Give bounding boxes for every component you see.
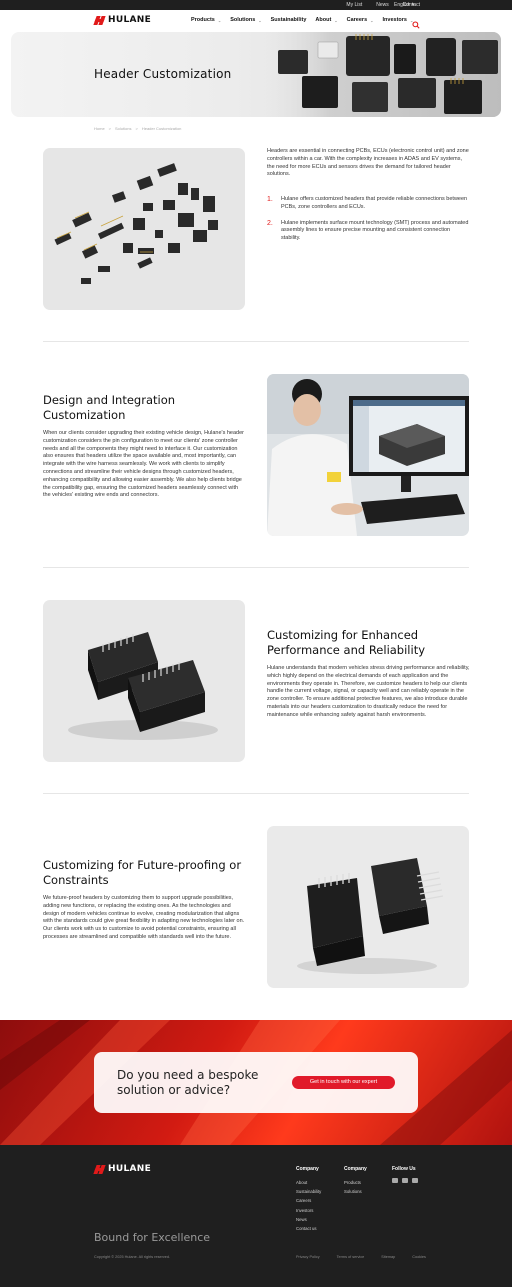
footer-logo-wrap: HULANE xyxy=(93,1164,152,1174)
chevron-down-icon: ⌄ xyxy=(217,17,222,23)
footer-column-offerings: Company Products Solutions xyxy=(344,1166,367,1196)
search-icon[interactable] xyxy=(412,16,420,29)
my-list-link[interactable]: My List xyxy=(346,1,362,9)
nav-label: Sustainability xyxy=(270,17,307,23)
nav-label: Careers xyxy=(346,17,368,23)
section-paragraph: When our clients consider upgrading thei… xyxy=(43,430,244,499)
breadcrumb-separator: > xyxy=(135,126,138,131)
nav-item-investors[interactable]: Investors ⌄ xyxy=(383,17,414,23)
hero-connectors-image xyxy=(256,32,501,117)
chevron-down-icon: ⌄ xyxy=(334,17,338,23)
nav-item-careers[interactable]: Careers ⌄ xyxy=(347,17,374,23)
nav-item-about[interactable]: About ⌄ xyxy=(315,17,337,23)
language-label: English xyxy=(394,2,411,8)
linkedin-icon[interactable] xyxy=(392,1178,398,1183)
breadcrumb-home[interactable]: Home xyxy=(94,126,105,131)
footer-heading: Follow Us xyxy=(392,1166,416,1172)
cta-question: Do you need a bespoke solution or advice… xyxy=(117,1068,259,1097)
nav-item-sustainability[interactable]: Sustainability xyxy=(271,17,307,23)
chevron-down-icon: ⌄ xyxy=(370,17,374,23)
youtube-icon[interactable] xyxy=(412,1178,418,1183)
footer-tagline: Bound for Excellence xyxy=(94,1231,211,1244)
breadcrumb-solutions[interactable]: Solutions xyxy=(115,126,131,131)
list-text: Hulane offers customized headers that pr… xyxy=(281,196,468,210)
nav-label: Investors xyxy=(382,17,407,23)
cta-card: Do you need a bespoke solution or advice… xyxy=(94,1052,418,1113)
section-title: Design and Integration Customization xyxy=(43,393,176,422)
language-selector[interactable]: English ▾ xyxy=(394,1,414,9)
headers-assortment-image xyxy=(43,148,245,310)
intro-points: 1. Hulane offers customized headers that … xyxy=(267,196,469,251)
contact-expert-button[interactable]: Get in touch with our expert xyxy=(292,1076,395,1089)
section-title: Customizing for Enhanced Performance and… xyxy=(267,628,426,657)
list-item: 1. Hulane offers customized headers that … xyxy=(267,196,469,212)
intro-paragraph: Headers are essential in connecting PCBs… xyxy=(267,148,469,178)
section-paragraph: Hulane understands that modern vehicles … xyxy=(267,665,470,718)
nav-label: Products xyxy=(191,17,215,23)
wechat-icon[interactable] xyxy=(402,1178,408,1183)
footer-brand-name: HULANE xyxy=(108,1164,152,1174)
list-text: Hulane implements surface mount technolo… xyxy=(281,219,469,242)
footer-column-company: Company About Sustainability Careers Inv… xyxy=(296,1166,321,1233)
footer-link-investors[interactable]: Investors xyxy=(296,1206,321,1215)
chevron-down-icon: ⌄ xyxy=(258,17,262,23)
contact-cta-banner: Do you need a bespoke solution or advice… xyxy=(0,1020,512,1145)
footer-link-solutions[interactable]: Solutions xyxy=(344,1187,367,1196)
page-title: Header Customization xyxy=(94,67,232,81)
sitemap-link[interactable]: Sitemap xyxy=(381,1255,395,1259)
section-title: Customizing for Future-proofing or Const… xyxy=(43,858,242,887)
footer-link-contact[interactable]: Contact us xyxy=(296,1224,321,1233)
nav-item-products[interactable]: Products ⌄ xyxy=(191,17,221,23)
breadcrumb-current: Header Customization xyxy=(141,126,182,131)
nav-label: Solutions xyxy=(230,17,256,23)
brand-name: HULANE xyxy=(108,15,152,25)
black-headers-image xyxy=(43,600,245,762)
footer-link-sustainability[interactable]: Sustainability xyxy=(296,1187,321,1196)
cookies-link[interactable]: Cookies xyxy=(412,1255,426,1259)
terms-link[interactable]: Terms of service xyxy=(337,1255,365,1259)
footer-column-follow: Follow Us xyxy=(392,1166,418,1183)
list-number: 1. xyxy=(267,196,273,203)
footer-heading: Company xyxy=(344,1166,367,1172)
hulane-logo-icon xyxy=(93,1164,106,1174)
footer-link-careers[interactable]: Careers xyxy=(296,1196,321,1205)
brand-logo[interactable]: HULANE xyxy=(93,15,152,25)
copyright-text: Copyright © 2025 Hulane. All rights rese… xyxy=(94,1255,171,1259)
nav-label: About xyxy=(315,17,332,23)
section-divider xyxy=(43,793,469,794)
footer-logo[interactable]: HULANE xyxy=(93,1164,152,1174)
hero-banner: Header Customization xyxy=(11,32,501,117)
connector-pair-image xyxy=(267,826,469,988)
footer-link-products[interactable]: Products xyxy=(344,1178,367,1187)
footer-heading: Company xyxy=(296,1166,319,1172)
social-links xyxy=(392,1178,418,1183)
main-nav: HULANE Products ⌄ Solutions ⌄ Sustainabili… xyxy=(0,10,512,32)
footer-link-about[interactable]: About xyxy=(296,1178,321,1187)
breadcrumb-separator: > xyxy=(108,126,112,131)
list-number: 2. xyxy=(267,219,273,227)
news-link[interactable]: News xyxy=(376,1,389,9)
breadcrumb: Home > Solutions > Header Customization xyxy=(94,126,181,131)
list-item: 2. Hulane implements surface mount techno… xyxy=(267,220,469,243)
nav-menu: Products ⌄ Solutions ⌄ Sustainability Abou… xyxy=(191,17,413,23)
utility-bar: My List News Contact English ▾ xyxy=(0,0,512,10)
section-divider xyxy=(43,567,469,568)
section-divider xyxy=(43,341,469,342)
footer-link-news[interactable]: News xyxy=(296,1215,321,1224)
site-footer: HULANE Company About Sustainability Care… xyxy=(0,1145,512,1287)
legal-links: Privacy Policy Terms of service Sitemap … xyxy=(296,1255,426,1259)
engineer-cad-image xyxy=(267,374,469,536)
privacy-policy-link[interactable]: Privacy Policy xyxy=(296,1255,320,1259)
nav-item-solutions[interactable]: Solutions ⌄ xyxy=(230,17,261,23)
section-paragraph: We future-proof headers by customizing t… xyxy=(43,895,245,940)
hulane-logo-icon xyxy=(93,15,106,25)
